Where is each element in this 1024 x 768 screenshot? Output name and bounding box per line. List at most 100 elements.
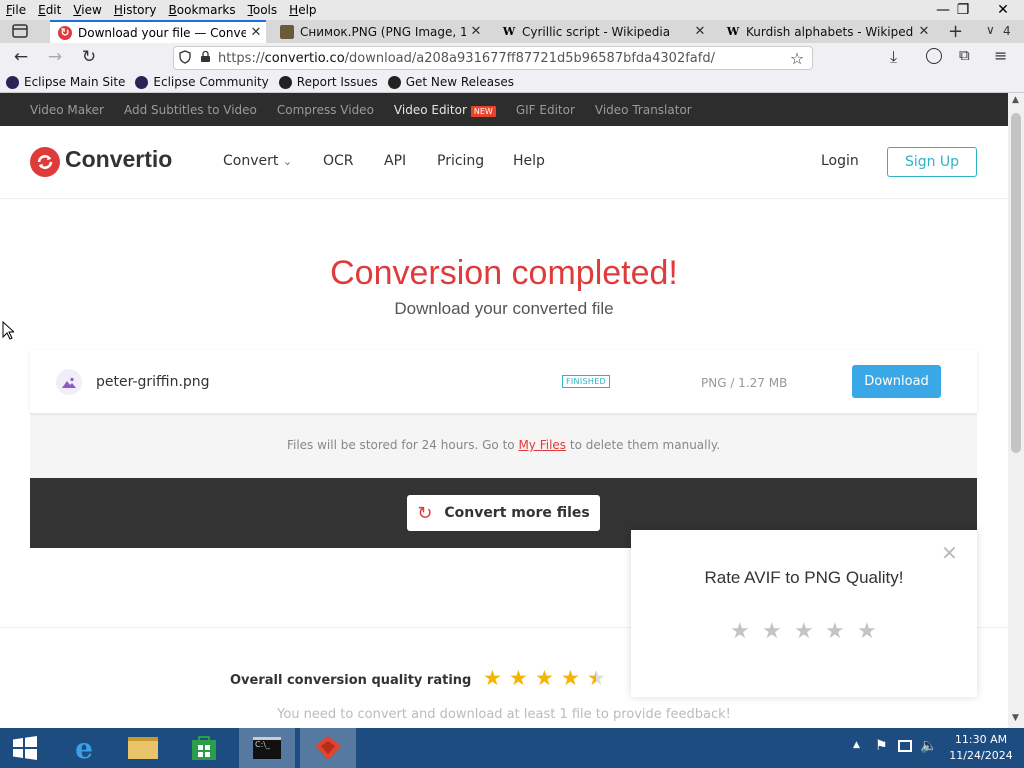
menu-view[interactable]: View — [67, 3, 107, 17]
menu-bookmarks[interactable]: Bookmarks — [163, 3, 242, 17]
bookmark-eclipse-community[interactable]: Eclipse Community — [135, 75, 269, 89]
rate-star-3-icon[interactable]: ★ — [794, 619, 814, 644]
scroll-up-icon[interactable]: ▲ — [1012, 95, 1019, 105]
system-clock[interactable]: 11:30 AM 11/24/2024 — [944, 732, 1018, 764]
rate-star-5-icon[interactable]: ★ — [857, 619, 877, 644]
close-popup-icon[interactable]: ✕ — [941, 541, 958, 565]
windows-store-icon[interactable] — [176, 728, 232, 768]
file-name: peter-griffin.png — [96, 374, 210, 390]
my-files-link[interactable]: My Files — [518, 438, 566, 452]
page-title: Conversion completed! — [330, 254, 678, 292]
tab-overflow-chevron-icon[interactable]: ∨ — [986, 23, 995, 37]
tray-expand-icon[interactable]: ▲ — [853, 740, 860, 750]
volume-muted-icon[interactable]: 🔈 — [920, 738, 937, 754]
tab-convertio[interactable]: ↻ Download your file — Convertio ✕ — [50, 20, 266, 43]
tab-title: Снимок.PNG (PNG Image, 1026 — [300, 24, 466, 39]
tab-title: Download your file — Convertio — [78, 25, 246, 40]
menu-file[interactable]: File — [0, 3, 32, 17]
scrollbar-thumb[interactable] — [1011, 113, 1021, 453]
command-prompt-icon[interactable]: C:\_ — [239, 728, 295, 768]
clock-date: 11/24/2024 — [949, 749, 1013, 762]
vertical-scrollbar[interactable]: ▲ ▼ — [1008, 93, 1024, 728]
rating-star-4-icon: ★ — [561, 666, 580, 690]
convertio-favicon-icon: ↻ — [58, 25, 72, 40]
promo-video-translator[interactable]: Video Translator — [595, 103, 692, 117]
promo-video-editor[interactable]: Video Editor NEW — [394, 103, 496, 117]
convert-more-files-button[interactable]: ↻ Convert more files — [407, 495, 600, 531]
hamburger-menu-icon[interactable]: ≡ — [994, 46, 1007, 65]
network-icon[interactable] — [898, 740, 912, 752]
close-tab-icon[interactable]: ✕ — [466, 24, 486, 39]
bookmarks-bar: Eclipse Main Site Eclipse Community Repo… — [0, 72, 1024, 93]
lock-icon[interactable] — [196, 50, 214, 66]
mouse-cursor-icon — [2, 321, 14, 340]
nav-help[interactable]: Help — [513, 153, 545, 169]
rating-star-1-icon: ★ — [483, 666, 502, 690]
nav-convert[interactable]: Convert ⌄ — [223, 153, 292, 169]
menu-tools[interactable]: Tools — [242, 3, 284, 17]
github-icon — [278, 75, 292, 89]
page-subtitle: Download your converted file — [394, 299, 614, 318]
url-bar[interactable]: https://convertio.co/download/a208a93167… — [173, 46, 813, 70]
bookmark-star-icon[interactable]: ☆ — [782, 49, 812, 68]
rate-star-1-icon[interactable]: ★ — [730, 619, 750, 644]
convertio-logo-icon[interactable] — [30, 147, 60, 180]
forward-arrow-icon[interactable]: → — [39, 43, 71, 71]
tab-count: 4 — [1003, 24, 1011, 38]
menu-bar: File Edit View History Bookmarks Tools H… — [0, 0, 1024, 20]
image-favicon-icon — [280, 24, 294, 39]
download-button[interactable]: Download — [852, 365, 941, 398]
storage-note: Files will be stored for 24 hours. Go to… — [286, 438, 721, 452]
restore-button[interactable]: ❐ — [948, 0, 978, 20]
nav-api[interactable]: API — [384, 153, 406, 169]
firefox-taskbar-icon[interactable] — [300, 728, 356, 768]
new-tab-icon[interactable]: + — [948, 21, 963, 42]
logo-text[interactable]: Convertio — [65, 146, 172, 173]
page-viewport: Video Maker Add Subtitles to Video Compr… — [0, 93, 1008, 728]
promo-add-subtitles[interactable]: Add Subtitles to Video — [124, 103, 257, 117]
close-tab-icon[interactable]: ✕ — [914, 24, 934, 39]
bookmark-eclipse-main-site[interactable]: Eclipse Main Site — [6, 75, 125, 89]
bookmark-report-issues[interactable]: Report Issues — [278, 75, 378, 89]
menu-help[interactable]: Help — [283, 3, 322, 17]
promo-video-maker[interactable]: Video Maker — [30, 103, 104, 117]
sign-up-button[interactable]: Sign Up — [887, 147, 977, 177]
shield-icon[interactable] — [174, 49, 196, 67]
menu-edit[interactable]: Edit — [32, 3, 67, 17]
url-text[interactable]: https://convertio.co/download/a208a93167… — [214, 51, 782, 66]
nav-pricing[interactable]: Pricing — [437, 153, 484, 169]
action-center-flag-icon[interactable]: ⚑ — [875, 738, 888, 754]
downloads-icon[interactable]: ⤓ — [890, 47, 897, 67]
file-explorer-icon[interactable] — [115, 728, 171, 768]
scroll-down-icon[interactable]: ▼ — [1012, 713, 1019, 723]
tab-kurdish-wikipedia[interactable]: W Kurdish alphabets - Wikipedia ✕ — [718, 20, 934, 43]
reload-icon[interactable]: ↻ — [73, 43, 105, 71]
extensions-icon[interactable]: ⧉ — [959, 46, 970, 64]
promo-bar: Video Maker Add Subtitles to Video Compr… — [0, 93, 1008, 126]
tab-cyrillic-wikipedia[interactable]: W Cyrillic script - Wikipedia ✕ — [494, 20, 710, 43]
menu-history[interactable]: History — [108, 3, 163, 17]
navigation-bar: ← → ↻ https://convertio.co/download/a208… — [0, 43, 1024, 72]
account-icon[interactable] — [926, 48, 942, 64]
rate-star-4-icon[interactable]: ★ — [825, 619, 845, 644]
overall-rating-label: Overall conversion quality rating — [230, 673, 472, 688]
tab-png-image[interactable]: Снимок.PNG (PNG Image, 1026 ✕ — [272, 20, 486, 43]
nav-ocr[interactable]: OCR — [323, 153, 354, 169]
close-tab-icon[interactable]: ✕ — [246, 25, 266, 40]
login-link[interactable]: Login — [821, 153, 859, 169]
rate-star-2-icon[interactable]: ★ — [762, 619, 782, 644]
close-window-button[interactable]: ✕ — [988, 0, 1018, 20]
windows-start-icon[interactable] — [0, 728, 50, 768]
back-arrow-icon[interactable]: ← — [5, 43, 37, 71]
wikipedia-favicon-icon: W — [726, 25, 740, 38]
bookmark-get-new-releases[interactable]: Get New Releases — [387, 75, 514, 89]
clock-time: 11:30 AM — [954, 733, 1008, 746]
tab-list-icon[interactable] — [4, 17, 36, 45]
rating-star-5-icon: ★★ — [587, 666, 606, 690]
file-info: PNG / 1.27 MB — [701, 376, 788, 390]
internet-explorer-icon[interactable]: e — [56, 728, 112, 768]
close-tab-icon[interactable]: ✕ — [690, 24, 710, 39]
promo-gif-editor[interactable]: GIF Editor — [516, 103, 575, 117]
promo-compress-video[interactable]: Compress Video — [277, 103, 374, 117]
refresh-icon: ↻ — [417, 502, 433, 524]
